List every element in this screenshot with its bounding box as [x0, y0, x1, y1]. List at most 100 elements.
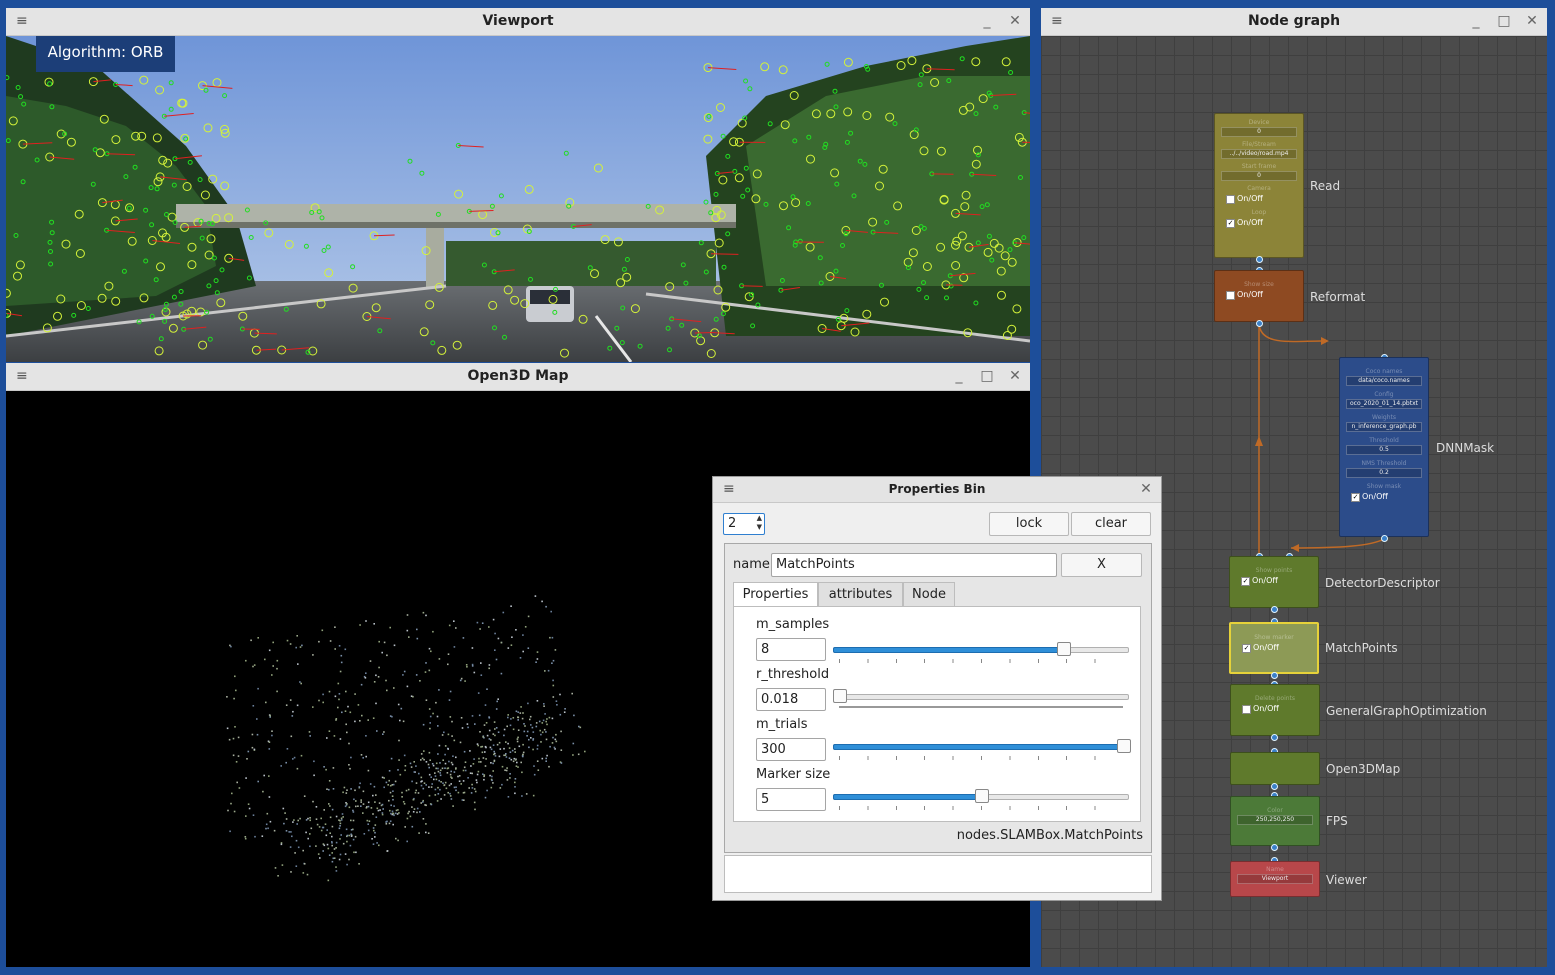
node-checkbox[interactable]: ✓ On/Off — [1231, 642, 1317, 654]
open3d-map-titlebar[interactable]: ≡ Open3D Map _ □ ✕ — [6, 363, 1030, 391]
properties-bin-titlebar[interactable]: ≡ Properties Bin ✕ — [713, 477, 1161, 503]
close-icon[interactable]: ✕ — [1008, 367, 1022, 385]
slider-handle[interactable] — [833, 689, 847, 703]
node-checkbox[interactable]: On/Off — [1231, 703, 1319, 715]
prop-input-r-threshold[interactable]: 0.018 — [756, 688, 826, 711]
output-port[interactable] — [1271, 672, 1278, 679]
node-open3dmap[interactable] — [1230, 752, 1320, 785]
node-generalgraphoptimization[interactable]: Delete points On/Off — [1230, 684, 1320, 736]
prop-input-marker-size[interactable]: 5 — [756, 788, 826, 811]
minimize-icon[interactable]: _ — [980, 12, 994, 30]
prop-slider-r-threshold[interactable] — [833, 685, 1129, 709]
checkbox-checked-icon[interactable]: ✓ — [1226, 219, 1235, 228]
tab-attributes[interactable]: attributes — [818, 582, 903, 606]
map-point — [474, 790, 477, 793]
node-field-value[interactable]: Viewport — [1237, 874, 1313, 884]
map-point — [493, 750, 495, 753]
close-icon[interactable]: ✕ — [1139, 480, 1153, 498]
output-port[interactable] — [1271, 734, 1278, 741]
prop-slider-m-trials[interactable] — [833, 735, 1131, 760]
lock-button[interactable]: lock — [989, 512, 1069, 536]
checkbox-checked-icon[interactable]: ✓ — [1242, 644, 1251, 653]
minimize-icon[interactable]: _ — [1469, 12, 1483, 30]
viewport-titlebar[interactable]: ≡ Viewport _ ✕ — [6, 8, 1030, 36]
prop-input-m-trials[interactable]: 300 — [756, 738, 826, 761]
checkbox-checked-icon[interactable]: ✓ — [1241, 577, 1250, 586]
map-point — [373, 681, 376, 683]
map-point — [272, 665, 274, 667]
minimize-icon[interactable]: _ — [952, 367, 966, 385]
node-field-value[interactable]: oco_2020_01_14.pbtxt — [1346, 399, 1422, 409]
map-point — [329, 805, 331, 807]
node-detectordescriptor[interactable]: Show points ✓ On/Off — [1229, 556, 1319, 608]
map-point — [495, 727, 498, 729]
close-icon[interactable]: ✕ — [1525, 12, 1539, 30]
node-checkbox[interactable]: On/Off — [1215, 289, 1303, 301]
node-name-input[interactable]: MatchPoints — [771, 553, 1057, 577]
node-dnnmask[interactable]: Coco names data/coco.names Config oco_20… — [1339, 357, 1429, 537]
node-checkbox[interactable]: On/Off — [1215, 193, 1303, 205]
node-field-value[interactable]: 250,250,250 — [1237, 815, 1313, 825]
maximize-icon[interactable]: □ — [1497, 12, 1511, 30]
close-icon[interactable]: ✕ — [1008, 12, 1022, 30]
maximize-icon[interactable]: □ — [980, 367, 994, 385]
output-port[interactable] — [1271, 844, 1278, 851]
map-point — [494, 649, 496, 651]
tab-node[interactable]: Node — [903, 582, 955, 606]
bin-count-spinbox[interactable]: 2 ▲ ▼ — [723, 513, 765, 535]
node-field-value[interactable]: ../../video/road.mp4 — [1221, 149, 1297, 159]
node-checkbox[interactable]: ✓ On/Off — [1340, 491, 1428, 503]
map-point — [496, 743, 499, 746]
clear-button[interactable]: clear — [1071, 512, 1151, 536]
map-point — [492, 618, 495, 621]
map-point — [500, 641, 503, 644]
node-field-value[interactable]: 0.5 — [1346, 445, 1422, 455]
node-viewer[interactable]: Name Viewport — [1230, 861, 1320, 897]
node-field-value[interactable]: 0 — [1221, 171, 1297, 181]
map-point — [514, 778, 517, 780]
map-point — [522, 634, 524, 636]
viewport-video[interactable]: Algorithm: ORB — [6, 36, 1030, 362]
node-checkbox[interactable]: ✓ On/Off — [1215, 217, 1303, 229]
output-port[interactable] — [1271, 783, 1278, 790]
node-read[interactable]: Device 0 File/Stream ../../video/road.mp… — [1214, 113, 1304, 258]
tab-properties[interactable]: Properties — [733, 582, 818, 607]
node-checkbox[interactable]: ✓ On/Off — [1230, 575, 1318, 587]
map-point — [313, 774, 315, 777]
output-port[interactable] — [1381, 535, 1388, 542]
prop-slider-m-samples[interactable] — [833, 638, 1129, 663]
map-point — [488, 664, 491, 666]
map-point — [305, 819, 308, 821]
map-point — [455, 756, 457, 759]
node-field-value[interactable]: 0 — [1221, 127, 1297, 137]
remove-node-button[interactable]: X — [1061, 553, 1142, 577]
checkbox-checked-icon[interactable]: ✓ — [1351, 493, 1360, 502]
map-point — [335, 847, 337, 849]
map-point — [446, 772, 449, 774]
map-point — [237, 736, 240, 739]
map-point — [499, 748, 502, 750]
map-point — [450, 770, 452, 773]
node-matchpoints[interactable]: Show marker ✓ On/Off — [1229, 622, 1319, 674]
slider-handle[interactable] — [1117, 739, 1131, 753]
checkbox-icon[interactable] — [1226, 291, 1235, 300]
map-point — [494, 728, 496, 730]
prop-input-m-samples[interactable]: 8 — [756, 638, 826, 661]
slider-handle[interactable] — [1057, 642, 1072, 656]
node-field-value[interactable]: data/coco.names — [1346, 376, 1422, 386]
slider-handle[interactable] — [975, 789, 989, 803]
output-port[interactable] — [1271, 606, 1278, 613]
map-point — [349, 844, 352, 847]
node-graph-titlebar[interactable]: ≡ Node graph _ □ ✕ — [1041, 8, 1547, 36]
checkbox-icon[interactable] — [1242, 705, 1251, 714]
node-field-value[interactable]: n_inference_graph.pb — [1346, 422, 1422, 432]
checkbox-icon[interactable] — [1226, 195, 1235, 204]
output-port[interactable] — [1256, 256, 1263, 263]
spinbox-arrows-icon[interactable]: ▲ ▼ — [757, 514, 762, 532]
prop-slider-marker-size[interactable] — [833, 785, 1129, 810]
output-port[interactable] — [1256, 320, 1263, 327]
node-reformat[interactable]: Show size On/Off — [1214, 270, 1304, 322]
map-point — [326, 788, 328, 790]
node-fps[interactable]: Color 250,250,250 — [1230, 796, 1320, 846]
node-field-value[interactable]: 0.2 — [1346, 468, 1422, 478]
